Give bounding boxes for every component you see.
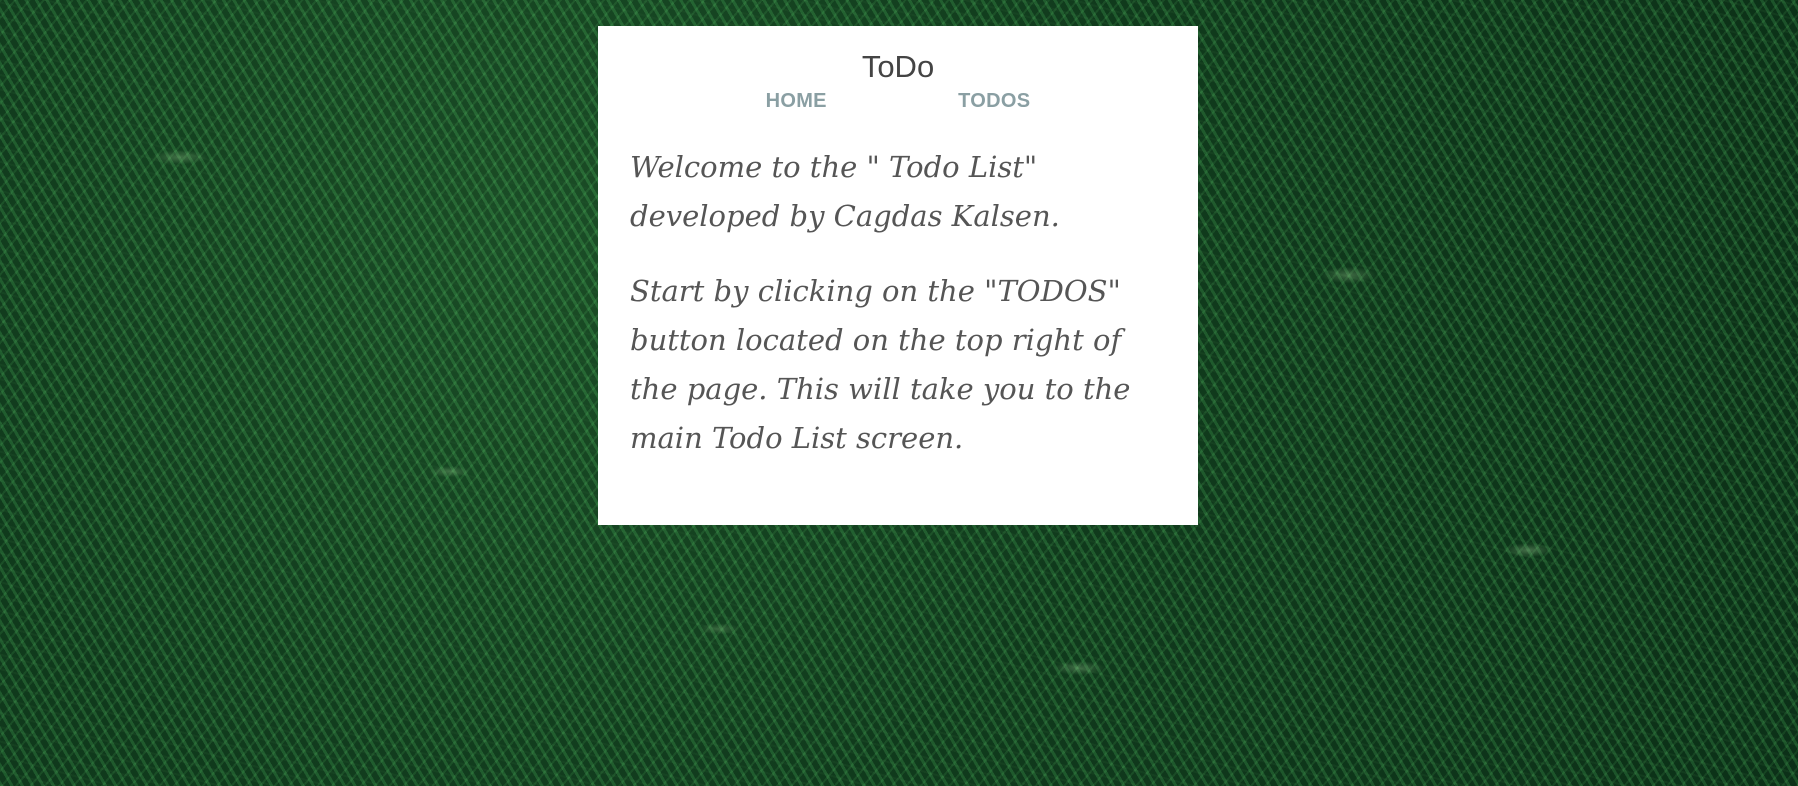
instructions-text: Start by clicking on the "TODOS" button … bbox=[630, 274, 1131, 456]
nav-home-link[interactable]: HOME bbox=[766, 90, 827, 113]
main-card: ToDo HOME TODOS Welcome to the " Todo Li… bbox=[598, 26, 1198, 525]
nav-todos-link[interactable]: TODOS bbox=[958, 90, 1030, 113]
app-title: ToDo bbox=[861, 49, 935, 84]
welcome-text: Welcome to the " Todo List" developed by… bbox=[630, 150, 1060, 234]
welcome-content: Welcome to the " Todo List" developed by… bbox=[630, 143, 1166, 463]
top-nav: HOME TODOS bbox=[630, 90, 1166, 113]
